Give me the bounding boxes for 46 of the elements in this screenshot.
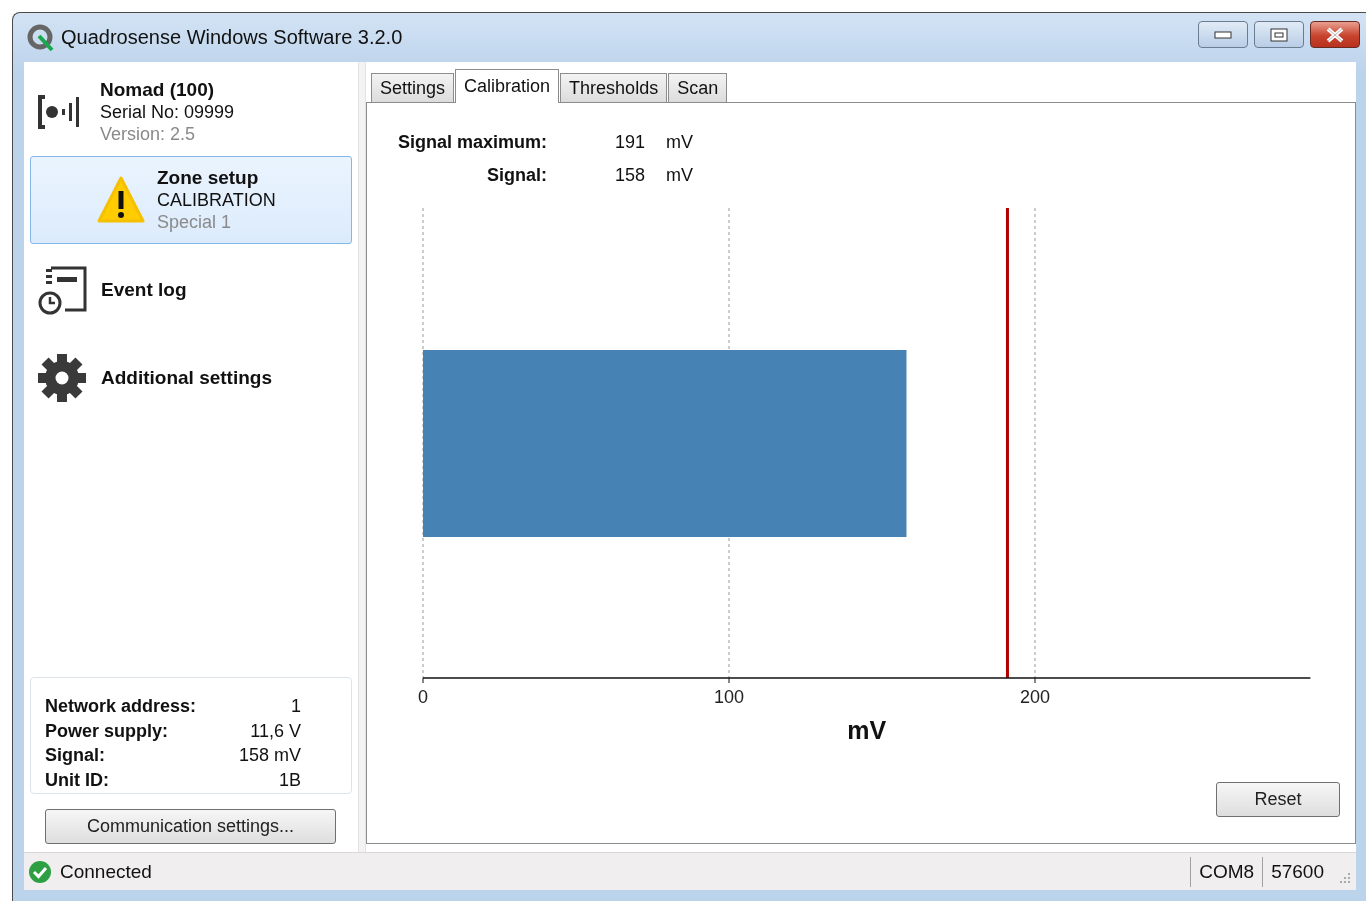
- reading-unit: mV: [665, 131, 694, 153]
- tab[interactable]: Settings: [371, 73, 455, 102]
- reading-value: 191: [613, 131, 645, 153]
- communication-settings-button[interactable]: Communication settings...: [45, 809, 336, 844]
- window-title: Quadrosense Windows Software 3.2.0: [61, 26, 404, 49]
- info-label: Unit ID:: [45, 768, 110, 792]
- close-icon: [1325, 26, 1345, 43]
- close-button[interactable]: [1310, 21, 1360, 48]
- firmware-version: Version: 2.5: [100, 123, 197, 145]
- nav-item[interactable]: Zone setup CALIBRATION Special 1: [30, 156, 352, 244]
- axis-title: mV: [847, 716, 887, 744]
- reading-label: Signal:: [486, 164, 547, 186]
- reading-value: 158: [613, 164, 645, 186]
- info-label: Signal:: [45, 744, 106, 767]
- clock-notebook-icon: [37, 265, 87, 315]
- tick-label: 0: [418, 687, 428, 707]
- app-logo-icon: [27, 23, 55, 52]
- nav-item[interactable]: Additional settings: [30, 350, 352, 406]
- info-label: Network address:: [45, 695, 198, 718]
- info-label: Power supply:: [45, 719, 170, 743]
- maximize-button[interactable]: [1254, 21, 1304, 48]
- serial-number: Serial No: 09999: [100, 101, 235, 123]
- minimize-button[interactable]: [1198, 21, 1248, 48]
- restore-icon: [1270, 27, 1288, 42]
- info-value: 158 mV: [238, 744, 301, 767]
- tab[interactable]: Scan: [668, 73, 728, 102]
- tab[interactable]: Thresholds: [560, 73, 668, 102]
- info-value: 1: [290, 695, 301, 718]
- connection-status: Connected: [60, 860, 152, 883]
- nav-item[interactable]: Event log: [30, 262, 352, 318]
- port-label: COM8: [1199, 860, 1255, 883]
- resize-grip-icon: [1338, 870, 1352, 885]
- device-name: Nomad (100): [100, 79, 216, 101]
- reset-button[interactable]: Reset: [1216, 782, 1340, 817]
- info-value: 1B: [277, 768, 301, 792]
- tick-label: 100: [714, 687, 744, 707]
- settings-icon: [37, 353, 87, 403]
- warning-icon: [97, 175, 145, 225]
- reading-unit: mV: [665, 164, 694, 186]
- tab[interactable]: Calibration: [455, 69, 560, 103]
- reading-label: Signal maximum:: [396, 131, 547, 153]
- tick-label: 200: [1020, 687, 1050, 707]
- baud-rate: 57600: [1271, 860, 1324, 883]
- info-value: 11,6 V: [249, 719, 301, 743]
- check-icon: [28, 859, 52, 884]
- minimize-icon: [1214, 30, 1232, 39]
